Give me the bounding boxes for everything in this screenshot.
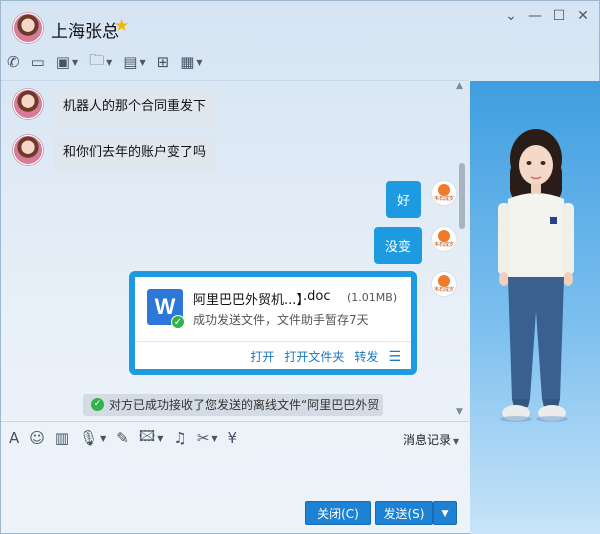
outgoing-message-bubble: 没变 — [374, 227, 423, 264]
file-extension: .doc — [303, 289, 331, 304]
sender-avatar[interactable] — [13, 135, 43, 165]
divider — [135, 341, 411, 342]
draw-icon: ✎ — [116, 429, 129, 447]
chevron-down-icon[interactable]: ▼ — [196, 58, 202, 67]
font-icon: A — [9, 429, 20, 447]
voice-button[interactable]: 🎙 ▼ — [79, 429, 106, 447]
voice-icon: 🎙 — [79, 429, 99, 447]
red-packet-icon: ¥ — [227, 429, 238, 447]
remote-desktop-button[interactable]: ▤ ▼ — [123, 53, 145, 71]
file-actions: 打开 打开文件夹 转发 ☰ — [240, 348, 401, 365]
chevron-down-icon[interactable]: ▼ — [139, 58, 145, 67]
system-notice: ✓ 对方已成功接收了您发送的离线文件“阿里巴巴外贸 — [83, 394, 383, 416]
send-button[interactable]: 发送(S) — [375, 501, 433, 525]
top-toolbar: ✆ ▭ ▣ ▼ 🗀 ▼ ▤ ▼ ⊞ ▦ ▼ — [7, 51, 214, 73]
minimize-button[interactable]: — — [525, 8, 545, 24]
file-transfer-icon: 🗀 — [89, 50, 105, 69]
screenshot-icon: ✂ — [196, 429, 210, 447]
gif-icon: ▥ — [54, 429, 70, 447]
scroll-up-icon[interactable]: ▲ — [456, 81, 463, 91]
sender-avatar[interactable] — [13, 89, 43, 119]
file-card[interactable]: W ✓ 阿里巴巴外贸机...】 .doc (1.01MB) 成功发送文件，文件助… — [129, 271, 417, 375]
notice-text: 对方已成功接收了您发送的离线文件“阿里巴巴外贸 — [109, 398, 380, 412]
file-status: 成功发送文件，文件助手暂存7天 — [193, 313, 369, 327]
music-button[interactable]: ♫ — [173, 429, 186, 447]
maximize-button[interactable]: ☐ — [549, 8, 569, 24]
message-input[interactable] — [1, 453, 469, 497]
message-history-button[interactable]: 消息记录 ▼ — [403, 431, 459, 448]
history-label: 消息记录 — [403, 433, 452, 447]
phone-button[interactable]: ✆ — [7, 53, 20, 71]
input-toolbar: A ☺ ▥ 🎙 ▼ ✎ 🖾 ▼ ♫ ✂ ▼ ¥ — [9, 427, 247, 449]
file-name: 阿里巴巴外贸机...】 — [193, 293, 310, 308]
open-file-link[interactable]: 打开 — [250, 348, 274, 365]
gif-button[interactable]: ▥ — [55, 429, 69, 447]
contact-name[interactable]: 上海张总 — [51, 17, 119, 42]
image-button[interactable]: 🖾 ▼ — [139, 426, 163, 451]
file-transfer-button[interactable]: 🗀 ▼ — [89, 50, 112, 75]
chevron-down-icon[interactable]: ▼ — [157, 434, 163, 443]
title-bar: 上海张总 ★ ⌄ — ☐ ✕ — [1, 1, 599, 47]
check-icon: ✓ — [171, 315, 185, 329]
scrollbar-thumb[interactable] — [459, 163, 465, 229]
forward-link[interactable]: 转发 — [354, 348, 378, 365]
scroll-down-icon[interactable]: ▼ — [456, 407, 463, 417]
image-icon: 🖾 — [138, 426, 156, 445]
star-icon: ★ — [114, 16, 130, 36]
message-bubble: 机器人的那个合同重发下 — [53, 89, 217, 125]
emoji-button[interactable]: ☺ — [29, 429, 45, 447]
avatar-figure-image — [498, 129, 574, 422]
video-button[interactable]: ▭ — [31, 53, 45, 71]
logo-icon — [438, 184, 450, 196]
chevron-down-icon: ▼ — [453, 437, 460, 446]
self-avatar[interactable]: 韦石成岁 — [431, 226, 457, 252]
send-options-button[interactable]: ▼ — [433, 501, 457, 525]
divider — [1, 421, 469, 422]
logo-icon — [438, 230, 450, 242]
file-size: (1.01MB) — [347, 291, 398, 304]
close-window-button[interactable]: ✕ — [573, 8, 593, 24]
emoji-icon: ☺ — [29, 429, 45, 447]
close-button[interactable]: 关闭(C) — [305, 501, 371, 525]
logo-icon — [438, 275, 450, 287]
dropdown-icon[interactable]: ⌄ — [501, 8, 521, 24]
avatar-label: 韦石成岁 — [433, 242, 454, 248]
outgoing-message-bubble: 好 — [386, 181, 422, 218]
chevron-down-icon[interactable]: ▼ — [106, 58, 112, 67]
font-button[interactable]: A — [9, 429, 19, 447]
screen-share-button[interactable]: ▣ ▼ — [56, 53, 78, 71]
remote-desktop-icon: ▤ — [123, 53, 138, 71]
contact-avatar[interactable] — [13, 13, 43, 43]
incoming-message: 和你们去年的账户变了吗 — [13, 135, 217, 171]
open-folder-link[interactable]: 打开文件夹 — [284, 348, 344, 365]
add-member-button[interactable]: ⊞ — [157, 53, 170, 71]
apps-icon: ▦ — [180, 53, 195, 71]
apps-button[interactable]: ▦ ▼ — [180, 53, 202, 71]
avatar-label: 韦石成岁 — [433, 196, 454, 202]
self-avatar[interactable]: 韦石成岁 — [431, 271, 457, 297]
chevron-down-icon[interactable]: ▼ — [211, 434, 217, 443]
red-packet-button[interactable]: ¥ — [228, 429, 238, 447]
screenshot-button[interactable]: ✂ ▼ — [197, 429, 218, 447]
chat-window: 上海张总 ★ ⌄ — ☐ ✕ ✆ ▭ ▣ ▼ 🗀 ▼ ▤ ▼ ⊞ ▦ ▼ 机器人的那个合同重发下 和… — [0, 0, 600, 534]
music-icon: ♫ — [173, 429, 187, 447]
chevron-down-icon[interactable]: ▼ — [100, 434, 106, 443]
check-icon: ✓ — [91, 398, 104, 411]
message-area: 机器人的那个合同重发下 和你们去年的账户变了吗 好 韦石成岁 没变 韦石成岁 W… — [1, 81, 469, 421]
screen-share-icon: ▣ — [55, 53, 70, 71]
avatar-label: 韦石成岁 — [433, 287, 454, 293]
incoming-message: 机器人的那个合同重发下 — [13, 89, 217, 125]
draw-button[interactable]: ✎ — [116, 429, 129, 447]
contact-show-panel — [470, 81, 600, 534]
video-icon: ▭ — [30, 53, 45, 71]
chevron-down-icon[interactable]: ▼ — [72, 58, 78, 67]
self-avatar[interactable]: 韦石成岁 — [431, 180, 457, 206]
phone-icon: ✆ — [7, 53, 20, 71]
menu-icon[interactable]: ☰ — [388, 349, 401, 365]
add-member-icon: ⊞ — [156, 53, 170, 71]
message-bubble: 和你们去年的账户变了吗 — [53, 135, 217, 171]
